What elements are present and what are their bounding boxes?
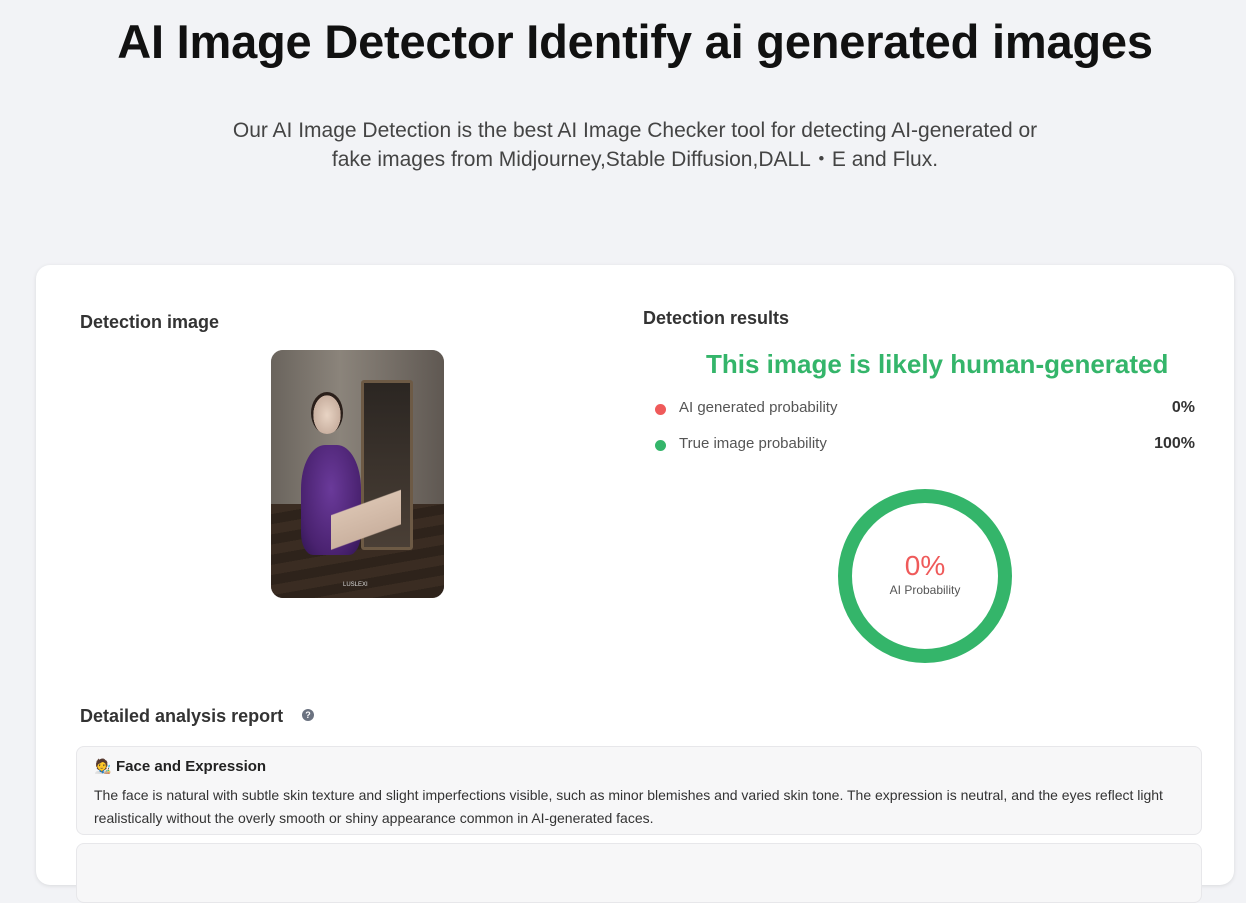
true-probability-value: 100% [1154, 435, 1195, 452]
green-dot-icon [655, 440, 666, 451]
subtitle-line-2: fake images from Midjourney,Stable Diffu… [331, 148, 939, 171]
gauge-center: 0% AI Probability [837, 550, 1013, 598]
photo-legs [331, 480, 401, 570]
report-item-text: The face is natural with subtle skin tex… [94, 787, 1163, 826]
question-circle-icon[interactable]: ? [302, 709, 314, 721]
gauge-percent: 0% [904, 550, 946, 581]
gauge-caption: AI Probability [889, 583, 961, 597]
ai-probability-label: AI generated probability [679, 399, 838, 416]
ai-probability-value: 0% [1171, 399, 1195, 416]
photo-watermark: LUSLEXI [343, 582, 368, 588]
report-heading: Detailed analysis report [80, 706, 284, 726]
report-item-next [76, 843, 1202, 903]
ai-probability-row: AI generated probability 0% [655, 399, 1195, 419]
page-subtitle: Our AI Image Detection is the best AI Im… [180, 116, 1090, 174]
detection-image-heading: Detection image [80, 312, 220, 332]
detection-results-heading: Detection results [643, 308, 790, 328]
true-probability-row: True image probability 100% [655, 435, 1195, 455]
detector-card: Detection image LUSLEXI Detection result… [36, 265, 1234, 903]
report-item-title: Face and Expression [116, 758, 267, 775]
subtitle-line-1: Our AI Image Detection is the best AI Im… [232, 119, 1038, 142]
person-emoji-icon: 🧑‍🎨 [94, 758, 112, 774]
true-probability-label: True image probability [679, 435, 827, 452]
red-dot-icon [655, 404, 666, 415]
photo-head [311, 392, 343, 434]
page-title: AI Image Detector Identify ai generated … [117, 15, 1153, 68]
uploaded-image-preview[interactable]: LUSLEXI [271, 350, 444, 598]
report-item: 🧑‍🎨 Face and Expression The face is natu… [76, 746, 1202, 835]
verdict-text: This image is likely human-generated [706, 349, 1169, 379]
